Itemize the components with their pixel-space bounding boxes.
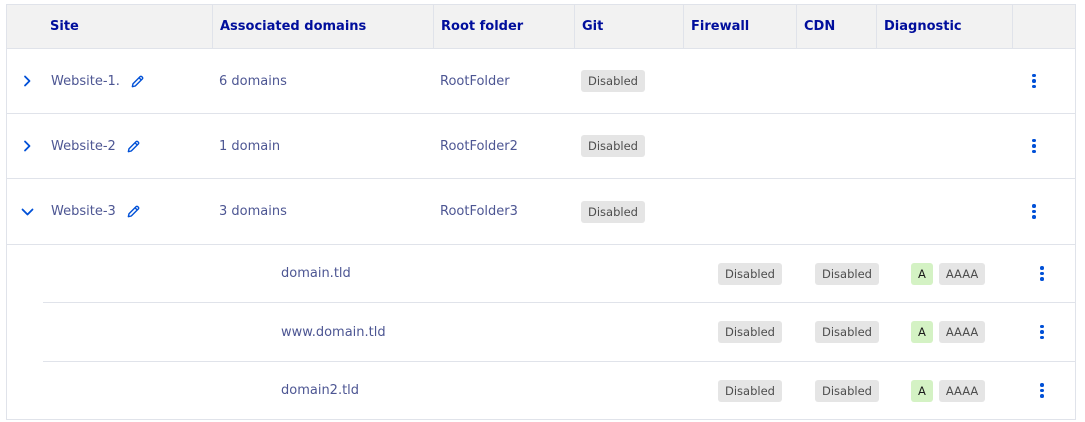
column-header-diagnostic[interactable]: Diagnostic: [876, 5, 1013, 49]
cdn-status: Disabled: [815, 245, 879, 302]
site-name: Website-1.: [51, 73, 120, 89]
site-name: Website-2: [51, 138, 116, 154]
status-badge: Disabled: [718, 262, 782, 285]
diagnostic-aaaa-badge: AAAA: [938, 379, 986, 402]
firewall-status: Disabled: [718, 362, 782, 419]
diagnostic-a-badge: A: [911, 379, 933, 402]
domain-row: domain.tld Disabled Disabled A AAAA: [43, 245, 1075, 303]
diagnostic-badges: A AAAA: [911, 303, 986, 361]
firewall-status: Disabled: [718, 303, 782, 361]
column-header-root-folder[interactable]: Root folder: [433, 5, 575, 49]
associated-domains: 3 domains: [219, 204, 287, 219]
more-vertical-icon[interactable]: [1026, 179, 1042, 244]
domain-name: domain2.tld: [281, 383, 360, 398]
more-vertical-icon[interactable]: [1034, 303, 1050, 361]
git-status: Disabled: [581, 114, 645, 178]
site-cell: Website-1.: [51, 49, 145, 113]
diagnostic-badges: A AAAA: [911, 245, 986, 302]
column-header-actions: [1012, 5, 1075, 49]
root-folder: RootFolder2: [440, 138, 518, 154]
diagnostic-a-badge: A: [911, 321, 933, 343]
pencil-icon[interactable]: [130, 74, 145, 89]
domain-row: domain2.tld Disabled Disabled A AAAA: [43, 362, 1075, 419]
status-badge: Disabled: [581, 200, 645, 223]
more-vertical-icon[interactable]: [1034, 362, 1050, 419]
status-badge: Disabled: [581, 135, 645, 157]
diagnostic-a-badge: A: [911, 262, 933, 285]
pencil-icon[interactable]: [126, 139, 141, 154]
chevron-down-icon[interactable]: [15, 179, 39, 244]
table-row: Website-1. 6 domains RootFolder Disabled: [7, 49, 1075, 114]
cdn-status: Disabled: [815, 362, 879, 419]
more-vertical-icon[interactable]: [1026, 114, 1042, 178]
more-vertical-icon[interactable]: [1034, 245, 1050, 302]
column-header-associated-domains[interactable]: Associated domains: [212, 5, 434, 49]
table-row: Website-3 3 domains RootFolder3 Disabled: [7, 179, 1075, 245]
table-row: Website-2 1 domain RootFolder2 Disabled: [7, 114, 1075, 179]
site-cell: Website-2: [51, 114, 141, 178]
status-badge: Disabled: [815, 379, 879, 402]
root-folder: RootFolder3: [440, 204, 518, 219]
site-cell: Website-3: [51, 179, 141, 244]
domain-name: www.domain.tld: [281, 324, 386, 340]
status-badge: Disabled: [718, 321, 782, 343]
status-badge: Disabled: [815, 262, 879, 285]
associated-domains: 6 domains: [219, 73, 287, 89]
domain-name: domain.tld: [281, 266, 351, 281]
column-header-site[interactable]: Site: [43, 5, 213, 49]
chevron-right-icon[interactable]: [15, 49, 39, 113]
pencil-icon[interactable]: [126, 204, 141, 219]
status-badge: Disabled: [815, 321, 879, 343]
diagnostic-badges: A AAAA: [911, 362, 986, 419]
site-name: Website-3: [51, 204, 116, 219]
git-status: Disabled: [581, 179, 645, 244]
diagnostic-aaaa-badge: AAAA: [938, 262, 986, 285]
column-header-git[interactable]: Git: [574, 5, 684, 49]
column-header-firewall[interactable]: Firewall: [683, 5, 797, 49]
root-folder: RootFolder: [440, 73, 510, 89]
cdn-status: Disabled: [815, 303, 879, 361]
column-header-cdn[interactable]: CDN: [796, 5, 877, 49]
status-badge: Disabled: [718, 379, 782, 402]
git-status: Disabled: [581, 49, 645, 113]
chevron-right-icon[interactable]: [15, 114, 39, 178]
associated-domains: 1 domain: [219, 138, 281, 154]
status-badge: Disabled: [581, 70, 645, 92]
domain-row: www.domain.tld Disabled Disabled A AAAA: [43, 303, 1075, 362]
diagnostic-aaaa-badge: AAAA: [938, 321, 986, 343]
websites-table: Site Associated domains Root folder Git …: [6, 4, 1076, 420]
firewall-status: Disabled: [718, 245, 782, 302]
table-header: Site Associated domains Root folder Git …: [7, 5, 1075, 49]
more-vertical-icon[interactable]: [1026, 49, 1042, 113]
